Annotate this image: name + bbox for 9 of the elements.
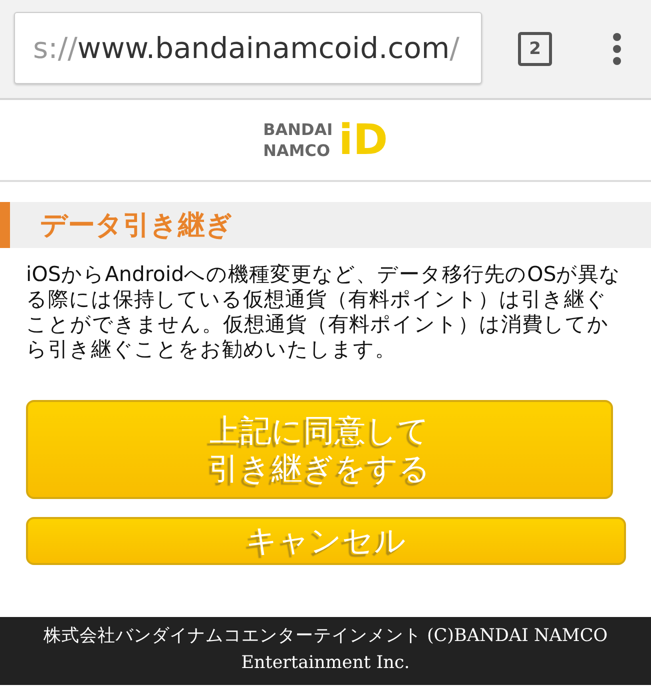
menu-icon[interactable] [612, 33, 622, 65]
notice-paragraph: iOSからAndroidへの機種変更など、データ移行先のOSが異なる際には保持している仮想通貨（有料ポイント）は引き継ぐことができません。仮想通貨（有料ポイント）は消費してから引き継ぐことをお勧めいたします。 [26, 262, 622, 362]
logo-text: NAMCO [263, 140, 332, 161]
logo-mark: iD [338, 119, 388, 161]
section-heading: データ引き継ぎ [0, 202, 651, 248]
logo-text: BANDAI [263, 119, 333, 140]
tab-count-button[interactable]: 2 [518, 32, 552, 66]
address-field[interactable]: s://www.bandainamcoid.com/ [14, 12, 482, 84]
copyright-text: 株式会社バンダイナムコエンターテインメント (C)BANDAI NAMCO Entertainment Inc. [42, 625, 609, 675]
